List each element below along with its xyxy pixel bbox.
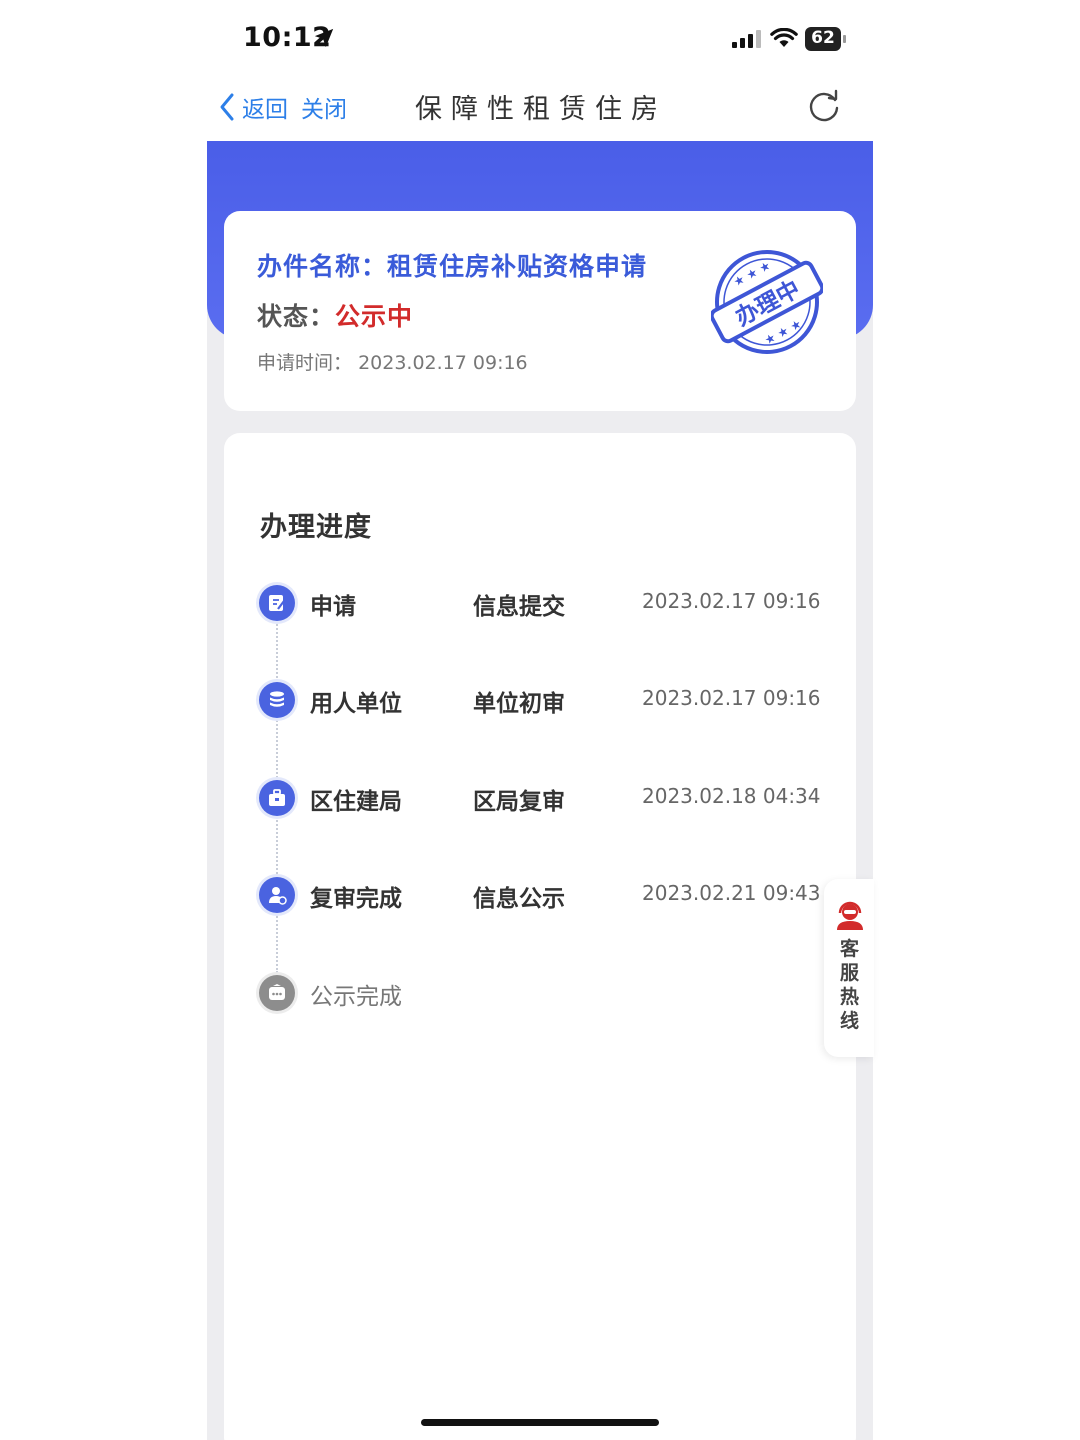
step-time: 2023.02.17 09:16 (642, 589, 821, 613)
progress-title: 办理进度 (260, 512, 372, 543)
customer-service-hotline-button[interactable]: 客服热线 (824, 879, 874, 1057)
edit-icon (259, 585, 295, 621)
step-action: 信息提交 (473, 594, 565, 620)
step-name: 用人单位 (310, 691, 402, 717)
page-title: 保障性租赁住房 (415, 94, 667, 125)
location-arrow-icon (314, 28, 334, 48)
case-name-label: 办件名称： (257, 252, 388, 281)
home-indicator (421, 1419, 659, 1426)
step-name: 申请 (310, 594, 356, 620)
headset-icon (837, 901, 863, 930)
case-status-label: 状态： (257, 302, 336, 331)
progress-step: 复审完成 信息公示 2023.02.21 09:43 (224, 875, 856, 915)
progress-step: 用人单位 单位初审 2023.02.17 09:16 (224, 680, 856, 720)
battery-percent: 62 (811, 28, 835, 48)
step-action: 信息公示 (473, 886, 565, 912)
case-status-value: 公示中 (335, 302, 414, 331)
message-icon (259, 975, 295, 1011)
briefcase-icon (259, 780, 295, 816)
progress-step: 公示完成 (224, 973, 856, 1013)
nav-bar: 返回 关闭 保障性租赁住房 (0, 80, 1080, 140)
wifi-icon (770, 28, 798, 47)
progress-step: 申请 信息提交 2023.02.17 09:16 (224, 583, 856, 623)
cellular-signal-icon (732, 30, 761, 48)
step-name: 复审完成 (310, 886, 402, 912)
database-icon (259, 682, 295, 718)
chevron-left-icon[interactable] (217, 92, 237, 122)
case-summary-card: 办件名称：租赁住房补贴资格申请 状态：公示中 申请时间： 2023.02.17 … (224, 211, 856, 411)
content-area: 办件名称：租赁住房补贴资格申请 状态：公示中 申请时间： 2023.02.17 … (207, 141, 873, 1440)
step-time: 2023.02.18 04:34 (642, 784, 821, 808)
case-name-value: 租赁住房补贴资格申请 (387, 252, 648, 281)
refresh-icon[interactable] (806, 88, 842, 124)
progress-card: 办理进度 申请 信息提交 2023.02.17 09:16 用人单位 单位初审 … (224, 433, 856, 1440)
status-bar: 10:12 62 (0, 0, 1080, 80)
user-check-icon (259, 877, 295, 913)
hotline-label: 客服热线 (840, 938, 860, 1032)
back-button[interactable]: 返回 (242, 90, 288, 124)
step-name: 区住建局 (310, 789, 402, 815)
close-button[interactable]: 关闭 (301, 90, 347, 124)
processing-stamp-icon: 办理中 ★ ★ ★ ★ ★ ★ (711, 250, 823, 354)
case-name: 办件名称：租赁住房补贴资格申请 (257, 247, 647, 283)
apply-time: 申请时间： 2023.02.17 09:16 (257, 348, 528, 375)
apply-time-value: 2023.02.17 09:16 (358, 352, 528, 374)
apply-time-label: 申请时间： (257, 352, 353, 374)
step-action: 单位初审 (473, 691, 565, 717)
case-status: 状态：公示中 (257, 297, 413, 333)
battery-indicator: 62 (805, 27, 846, 51)
progress-step: 区住建局 区局复审 2023.02.18 04:34 (224, 778, 856, 818)
step-name: 公示完成 (310, 984, 402, 1010)
step-action: 区局复审 (473, 789, 565, 815)
step-time: 2023.02.21 09:43 (642, 881, 821, 905)
step-time: 2023.02.17 09:16 (642, 686, 821, 710)
